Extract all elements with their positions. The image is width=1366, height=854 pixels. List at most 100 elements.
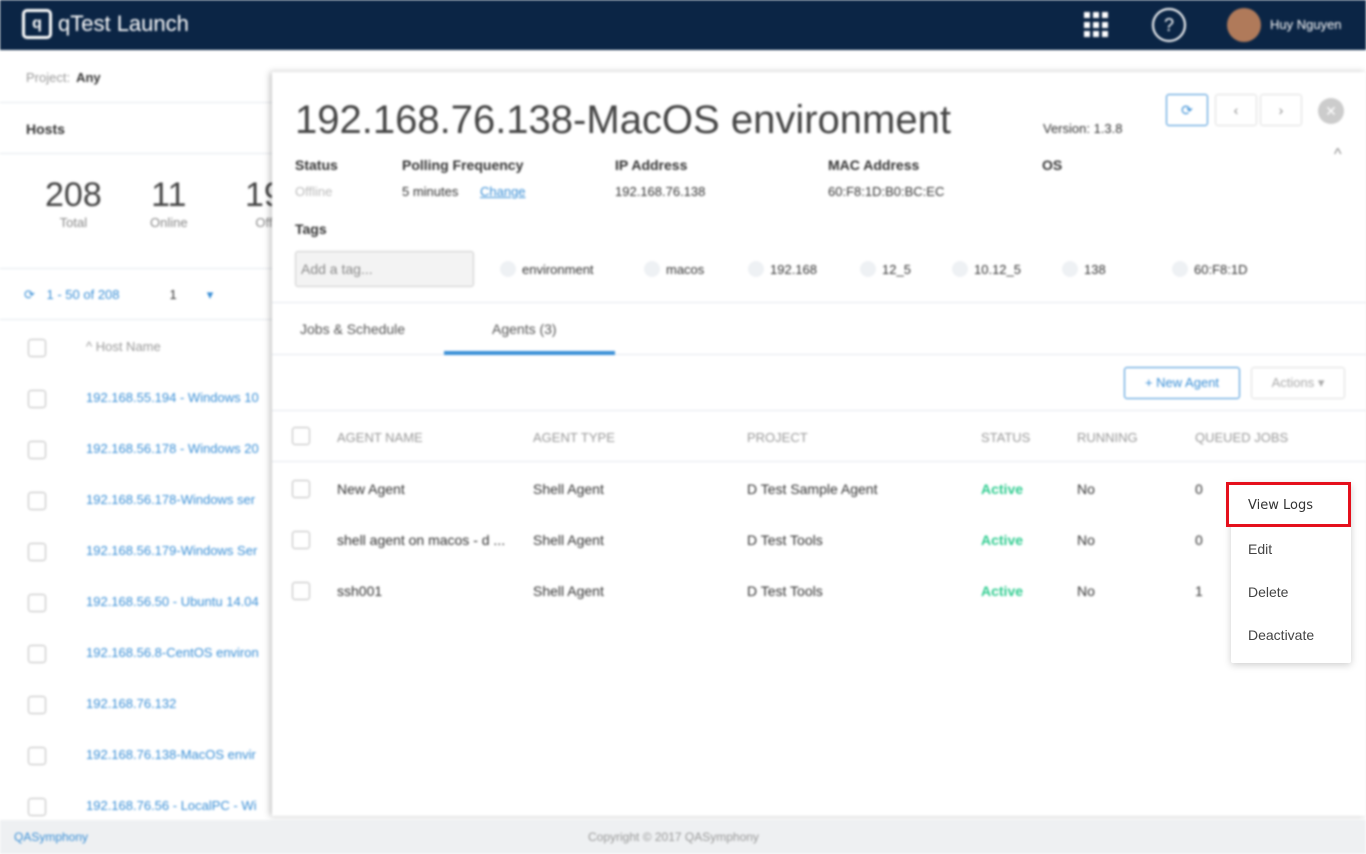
remove-tag-icon[interactable] [500, 261, 516, 277]
row-checkbox[interactable] [292, 582, 310, 600]
host-link[interactable]: 192.168.76.132 [86, 696, 176, 711]
mac-label: MAC Address [828, 157, 920, 173]
row-checkbox[interactable] [28, 798, 46, 816]
host-link[interactable]: 192.168.56.178 - Windows 20 [86, 441, 259, 456]
agent-queued: 0 [1195, 532, 1203, 548]
row-checkbox[interactable] [28, 543, 46, 561]
remove-tag-icon[interactable] [952, 261, 968, 277]
page-select[interactable]: 1 [170, 287, 177, 302]
pager: ⟳ 1 - 50 of 208 1 ▾ [0, 268, 280, 320]
agent-row[interactable]: ssh001 Shell Agent D Test Tools Active N… [272, 566, 1366, 617]
row-checkbox[interactable] [28, 492, 46, 510]
agent-row[interactable]: New Agent Shell Agent D Test Sample Agen… [272, 464, 1366, 515]
chevron-down-icon[interactable]: ▾ [207, 287, 214, 302]
stat-value: 11 [151, 176, 187, 214]
row-checkbox[interactable] [292, 531, 310, 549]
tab-jobs-schedule[interactable]: Jobs & Schedule [300, 321, 405, 337]
polling-value: 5 minutes [402, 184, 459, 199]
row-checkbox[interactable] [28, 390, 46, 408]
column-agent-name[interactable]: AGENT NAME [337, 430, 423, 445]
avatar[interactable] [1227, 8, 1261, 42]
row-checkbox[interactable] [28, 747, 46, 765]
host-link[interactable]: 192.168.55.194 - Windows 10 [86, 390, 259, 405]
agent-name[interactable]: New Agent [337, 481, 405, 497]
chevron-up-icon[interactable]: ^ [1334, 146, 1342, 164]
column-host-name[interactable]: ^ Host Name [86, 339, 161, 354]
host-row: 192.168.56.178 - Windows 20 [0, 424, 280, 475]
host-link[interactable]: 192.168.56.8-CentOS environ [86, 645, 259, 660]
row-checkbox[interactable] [28, 645, 46, 663]
row-checkbox[interactable] [28, 594, 46, 612]
refresh-button[interactable]: ⟳ [1166, 94, 1208, 126]
remove-tag-icon[interactable] [1062, 261, 1078, 277]
footer-brand: QASymphony [14, 830, 89, 844]
change-link[interactable]: Change [480, 184, 526, 199]
tag-chip: environment [500, 261, 594, 277]
row-checkbox[interactable] [28, 696, 46, 714]
refresh-icon[interactable]: ⟳ [24, 287, 39, 302]
remove-tag-icon[interactable] [860, 261, 876, 277]
remove-tag-icon[interactable] [644, 261, 660, 277]
apps-grid-icon[interactable] [1084, 12, 1110, 38]
tag-chip: 10.12_5 [952, 261, 1021, 277]
close-icon[interactable]: ✕ [1318, 98, 1344, 124]
menu-item-delete[interactable]: Delete [1248, 584, 1288, 600]
column-status[interactable]: STATUS [981, 430, 1030, 445]
app-name: qTest Launch [58, 11, 189, 36]
logo-icon: q [22, 9, 52, 39]
tag-chip: 12_5 [860, 261, 911, 277]
host-link[interactable]: 192.168.56.50 - Ubuntu 14.04 [86, 594, 259, 609]
next-button[interactable]: › [1260, 94, 1302, 126]
help-icon[interactable]: ? [1152, 8, 1186, 42]
host-row: 192.168.76.138-MacOS envir [0, 730, 280, 781]
active-tab-indicator [444, 351, 615, 355]
remove-tag-icon[interactable] [748, 261, 764, 277]
add-tag-input[interactable]: Add a tag... [295, 251, 474, 287]
footer: QASymphony Copyright © 2017 QASymphony [0, 820, 1366, 854]
column-agent-type[interactable]: AGENT TYPE [533, 430, 615, 445]
previous-button[interactable]: ‹ [1215, 94, 1257, 126]
menu-item-edit[interactable]: Edit [1248, 541, 1272, 557]
select-all-checkbox[interactable] [292, 427, 310, 445]
agent-type: Shell Agent [533, 481, 604, 497]
column-running[interactable]: RUNNING [1077, 430, 1138, 445]
host-row: 192.168.56.178-Windows ser [0, 475, 280, 526]
remove-tag-icon[interactable] [1172, 261, 1188, 277]
user-name[interactable]: Huy Nguyen [1270, 17, 1342, 32]
agent-name[interactable]: shell agent on macos - d ... [337, 532, 505, 548]
stat-value: 208 [45, 176, 102, 214]
actions-dropdown[interactable]: Actions ▾ [1251, 367, 1345, 399]
host-row: 192.168.56.8-CentOS environ [0, 628, 280, 679]
tag-label: 192.168 [770, 261, 817, 277]
tag-label: 10.12_5 [974, 261, 1021, 277]
agent-type: Shell Agent [533, 583, 604, 599]
host-link[interactable]: 192.168.56.178-Windows ser [86, 492, 255, 507]
row-checkbox[interactable] [292, 480, 310, 498]
status-badge: Active [981, 532, 1024, 548]
agent-row[interactable]: shell agent on macos - d ... Shell Agent… [272, 515, 1366, 566]
tab-agents[interactable]: Agents (3) [492, 321, 557, 337]
select-all-checkbox[interactable] [28, 339, 46, 357]
agent-running: No [1077, 481, 1095, 497]
host-link[interactable]: 192.168.76.56 - LocalPC - Wi [86, 798, 257, 813]
host-row: 192.168.56.179-Windows Ser [0, 526, 280, 577]
menu-item-view-logs[interactable]: View Logs [1226, 482, 1351, 527]
agent-project: D Test Sample Agent [747, 481, 878, 497]
column-queued-jobs[interactable]: QUEUED JOBS [1195, 430, 1288, 445]
app-logo[interactable]: q qTest Launch [22, 9, 189, 39]
host-link[interactable]: 192.168.56.179-Windows Ser [86, 543, 257, 558]
ip-value: 192.168.76.138 [615, 184, 706, 199]
agent-name[interactable]: ssh001 [337, 583, 382, 599]
menu-item-deactivate[interactable]: Deactivate [1248, 627, 1314, 643]
row-checkbox[interactable] [28, 441, 46, 459]
column-project[interactable]: PROJECT [747, 430, 808, 445]
project-filter[interactable]: Project: Any [26, 70, 101, 85]
stat-label: Online [150, 215, 188, 230]
page-title: 192.168.76.138-MacOS environment [295, 98, 951, 142]
agent-project: D Test Tools [747, 583, 823, 599]
new-agent-button[interactable]: + New Agent [1124, 367, 1240, 399]
host-link[interactable]: 192.168.76.138-MacOS envir [86, 747, 256, 762]
polling-label: Polling Frequency [402, 157, 524, 173]
copyright: Copyright © 2017 QASymphony [588, 830, 759, 844]
project-value: Any [76, 70, 101, 85]
